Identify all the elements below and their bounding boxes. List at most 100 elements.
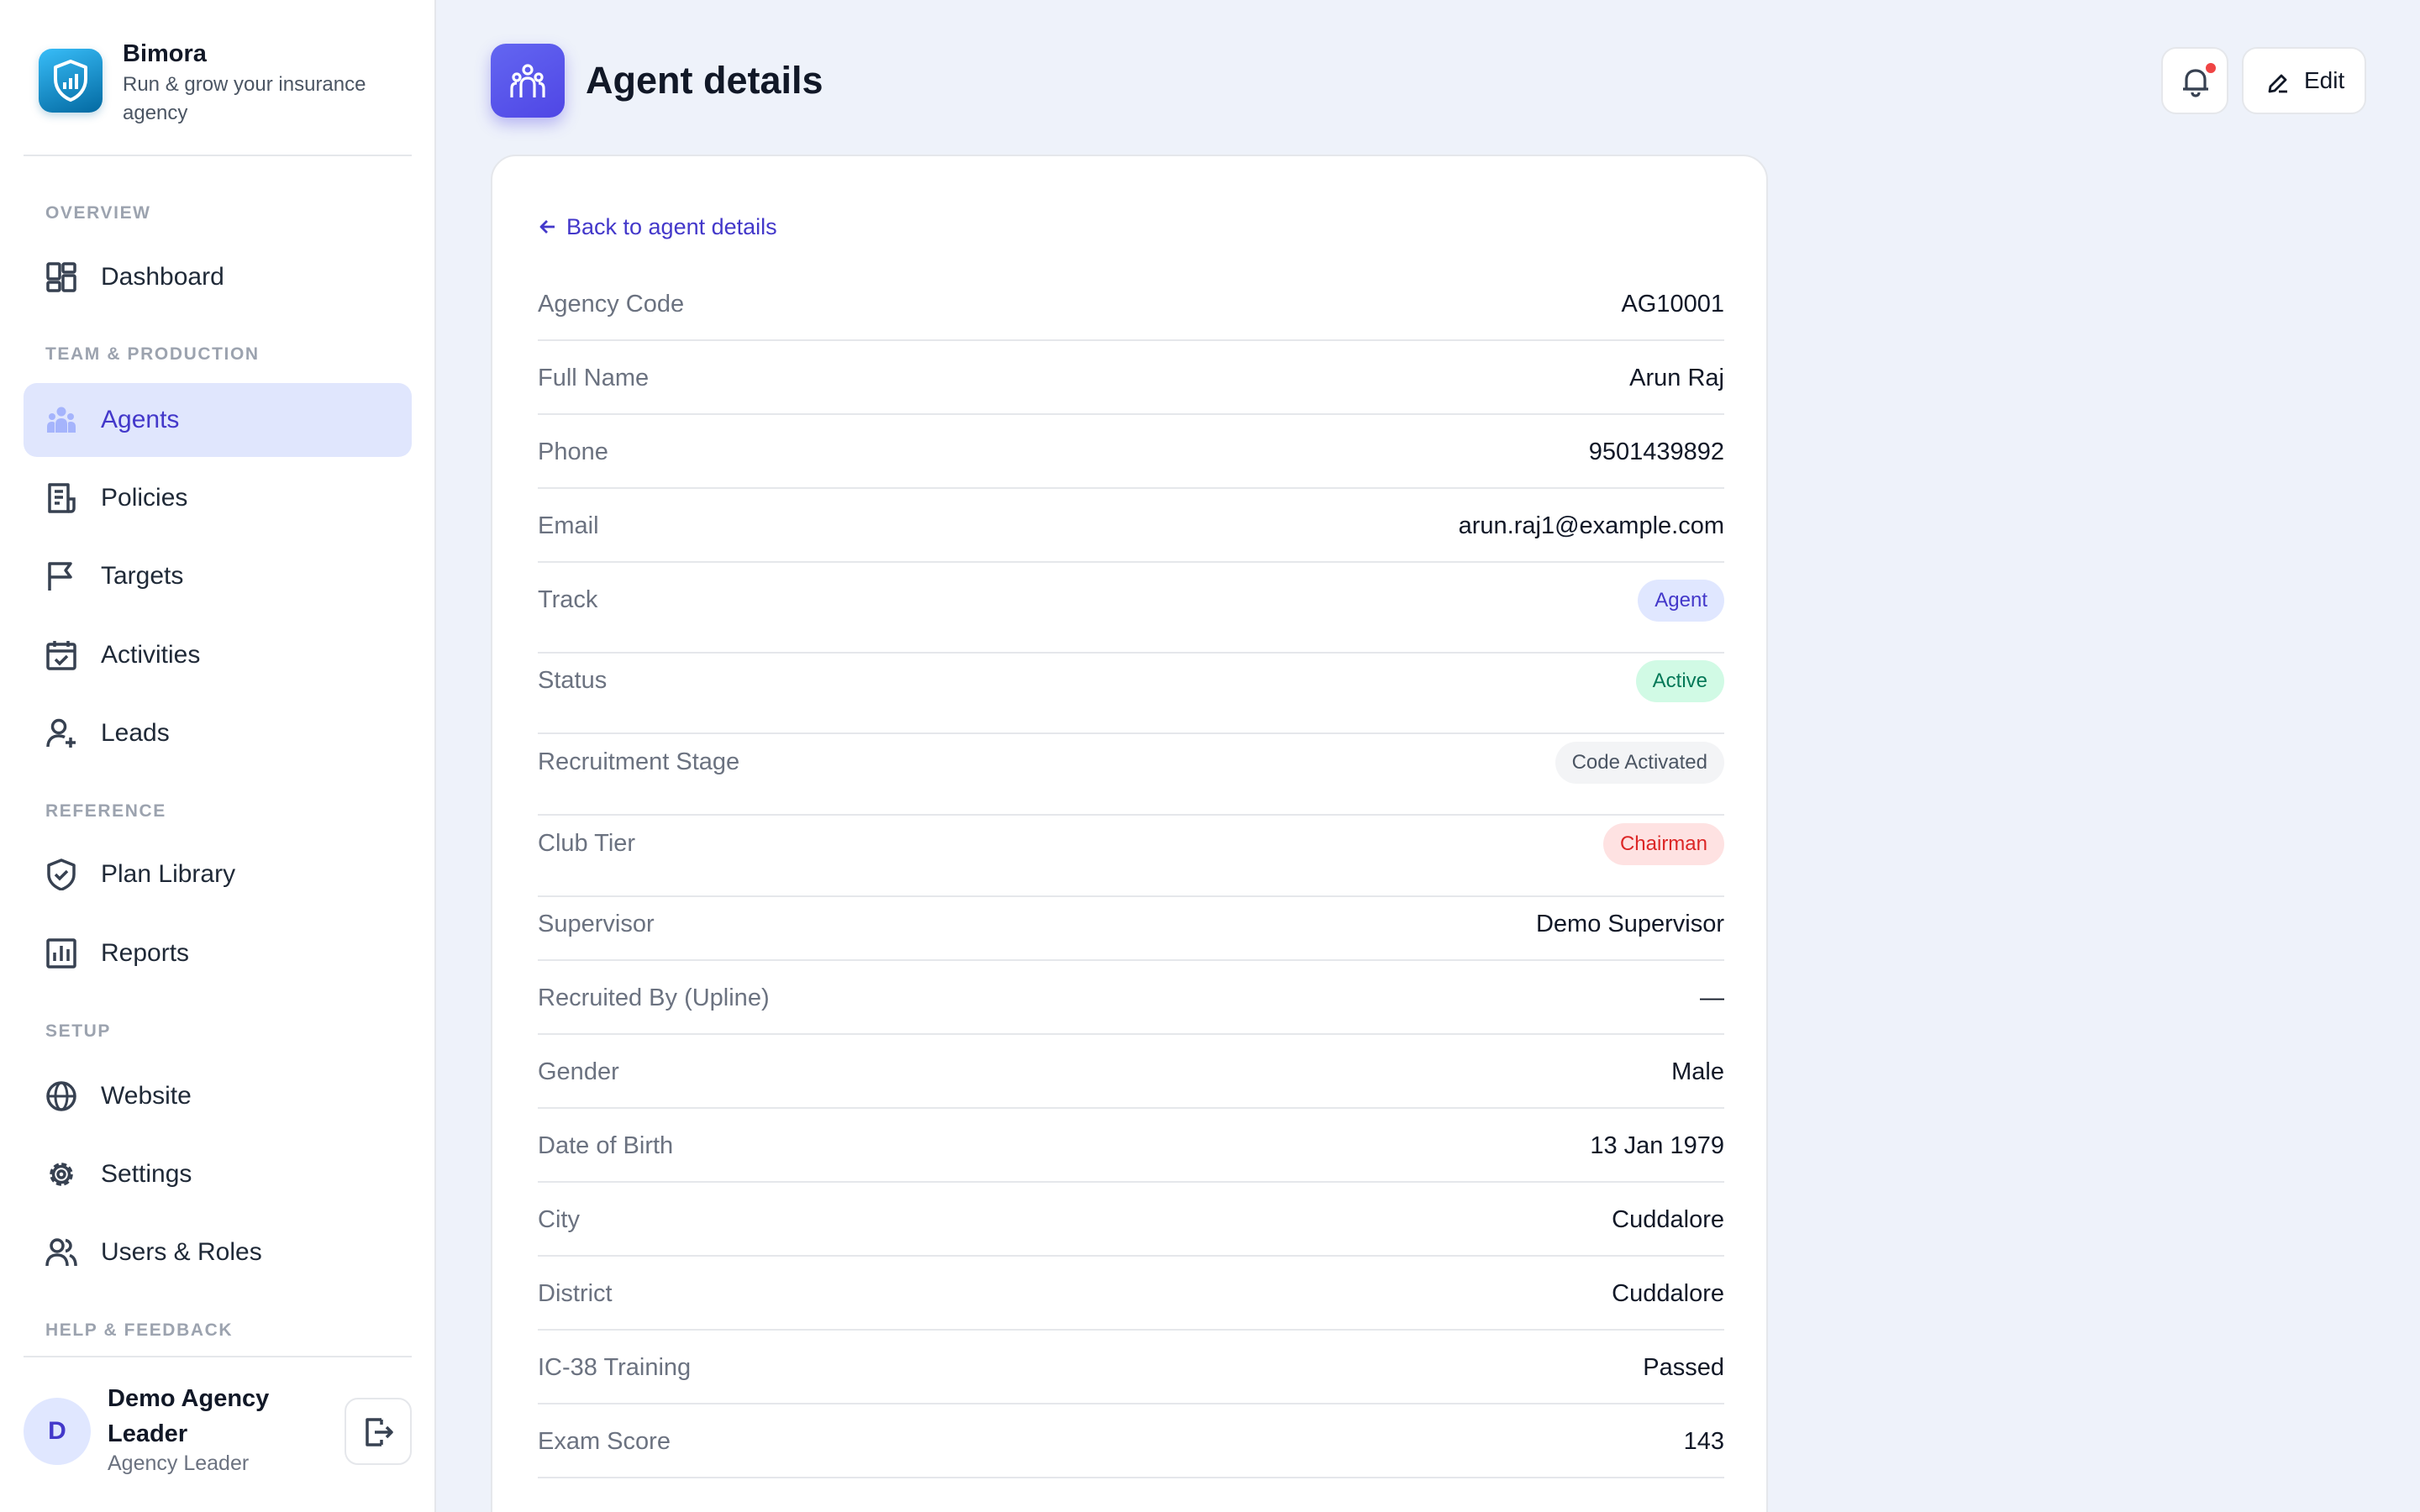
sidebar-item-policies[interactable]: Policies — [24, 461, 412, 535]
brand-name: Bimora — [123, 40, 207, 67]
row-label: Full Name — [538, 365, 650, 391]
calendar-check-icon — [46, 641, 76, 670]
divider — [24, 1356, 412, 1357]
detail-row-club-tier: Club Tier Chairman — [538, 823, 1724, 897]
pencil-icon — [2268, 74, 2287, 93]
row-value: Arun Raj — [1629, 365, 1724, 391]
row-value: Cuddalore — [1612, 1206, 1724, 1233]
flag-icon — [48, 562, 72, 591]
sidebar-item-reports[interactable]: Reports — [24, 916, 412, 990]
page-title: Agent details — [586, 59, 823, 102]
sidebar-item-plan-library[interactable]: Plan Library — [24, 837, 412, 911]
section-label-help: HELP & FEEDBACK — [45, 1320, 234, 1340]
edit-label: Edit — [2304, 67, 2345, 93]
section-label-overview: OVERVIEW — [45, 203, 151, 223]
sidebar-item-users-roles[interactable]: Users & Roles — [24, 1215, 412, 1289]
document-icon — [48, 483, 76, 513]
detail-row-date-of-birth: Date of Birth 13 Jan 1979 — [538, 1132, 1724, 1183]
row-label: Recruited By (Upline) — [538, 984, 770, 1011]
row-label: Date of Birth — [538, 1132, 674, 1159]
avatar[interactable]: D — [24, 1398, 91, 1465]
sidebar: Bimora Run & grow your insurance agency … — [0, 0, 436, 1512]
row-value: 143 — [1683, 1428, 1724, 1455]
row-value: — — [1700, 984, 1724, 1011]
detail-row-track: Track Agent — [538, 580, 1724, 654]
sidebar-item-label: Settings — [101, 1160, 192, 1188]
row-label: Recruitment Stage — [538, 748, 740, 775]
sidebar-item-label: Agents — [101, 406, 180, 433]
row-value: 9501439892 — [1588, 438, 1724, 465]
detail-row-supervisor: Supervisor Demo Supervisor — [538, 911, 1724, 961]
divider — [24, 155, 412, 156]
gear-icon — [50, 1163, 73, 1186]
row-label: Email — [538, 512, 599, 539]
back-link[interactable]: Back to agent details — [538, 210, 777, 244]
sidebar-item-dashboard[interactable]: Dashboard — [24, 240, 412, 314]
sidebar-item-label: Activities — [101, 641, 201, 669]
row-label: Exam Score — [538, 1428, 671, 1455]
sidebar-item-website[interactable]: Website — [24, 1059, 412, 1133]
section-label-setup: SETUP — [45, 1021, 112, 1041]
row-label: Supervisor — [538, 911, 655, 937]
sidebar-item-label: Website — [101, 1082, 192, 1110]
sidebar-item-activities[interactable]: Activities — [24, 618, 412, 692]
agent-details-card: Back to agent details Agency Code AG1000… — [491, 155, 1768, 1512]
detail-row-city: City Cuddalore — [538, 1206, 1724, 1257]
sidebar-item-agents[interactable]: Agents — [24, 383, 412, 457]
row-label: Status — [538, 667, 608, 694]
detail-row-agency-code: Agency Code AG10001 — [538, 291, 1724, 341]
sidebar-item-leads[interactable]: Leads — [24, 696, 412, 770]
shield-check-icon — [47, 858, 76, 890]
globe-icon — [46, 1081, 76, 1111]
notifications-button[interactable] — [2161, 47, 2228, 114]
sidebar-item-label: Reports — [101, 939, 190, 967]
sidebar-item-label: Users & Roles — [101, 1238, 262, 1266]
back-label: Back to agent details — [566, 213, 777, 239]
users-icon — [45, 1238, 77, 1267]
recruitment-stage-badge: Code Activated — [1555, 742, 1724, 784]
row-value: Cuddalore — [1612, 1280, 1724, 1307]
row-label: IC-38 Training — [538, 1354, 692, 1381]
track-badge: Agent — [1638, 580, 1724, 622]
brand[interactable]: Bimora Run & grow your insurance agency — [39, 37, 408, 129]
row-label: Agency Code — [538, 291, 685, 318]
section-label-reference: REFERENCE — [45, 801, 166, 821]
logout-button[interactable] — [345, 1398, 412, 1465]
brand-tagline: Run & grow your insurance agency — [123, 73, 366, 124]
detail-row-district: District Cuddalore — [538, 1280, 1724, 1331]
notification-dot — [2203, 60, 2218, 76]
row-value: AG10001 — [1621, 291, 1724, 318]
row-label: Track — [538, 586, 598, 613]
row-value: 13 Jan 1979 — [1590, 1132, 1724, 1159]
sidebar-item-settings[interactable]: Settings — [24, 1137, 412, 1211]
detail-row-email: Email arun.raj1@example.com — [538, 512, 1724, 563]
agents-page-icon — [491, 44, 565, 118]
sidebar-item-targets[interactable]: Targets — [24, 539, 412, 613]
detail-row-ic38-training: IC-38 Training Passed — [538, 1354, 1724, 1404]
detail-row-recruited-by: Recruited By (Upline) — — [538, 984, 1724, 1035]
row-value: Demo Supervisor — [1535, 911, 1724, 937]
detail-row-exam-score: Exam Score 143 — [538, 1428, 1724, 1478]
row-value: Male — [1671, 1058, 1724, 1085]
row-label: Phone — [538, 438, 608, 465]
user-role: Agency Leader — [108, 1452, 250, 1475]
club-tier-badge: Chairman — [1602, 823, 1724, 865]
row-label: District — [538, 1280, 613, 1307]
edit-button[interactable]: Edit — [2242, 47, 2366, 114]
row-label: Gender — [538, 1058, 619, 1085]
detail-row-full-name: Full Name Arun Raj — [538, 365, 1724, 415]
detail-row-status: Status Active — [538, 660, 1724, 734]
status-badge: Active — [1635, 660, 1724, 702]
sidebar-item-label: Policies — [101, 484, 188, 512]
sidebar-item-label: Targets — [101, 562, 184, 590]
dashboard-icon — [46, 262, 76, 292]
arrow-left-icon — [539, 220, 555, 234]
sidebar-item-label: Plan Library — [101, 860, 236, 888]
row-value: Passed — [1643, 1354, 1724, 1381]
sidebar-item-label: Leads — [101, 719, 170, 747]
detail-row-gender: Gender Male — [538, 1058, 1724, 1109]
detail-row-recruitment-stage: Recruitment Stage Code Activated — [538, 742, 1724, 816]
team-icon — [47, 407, 76, 433]
row-label: City — [538, 1206, 580, 1233]
row-label: Club Tier — [538, 830, 636, 857]
